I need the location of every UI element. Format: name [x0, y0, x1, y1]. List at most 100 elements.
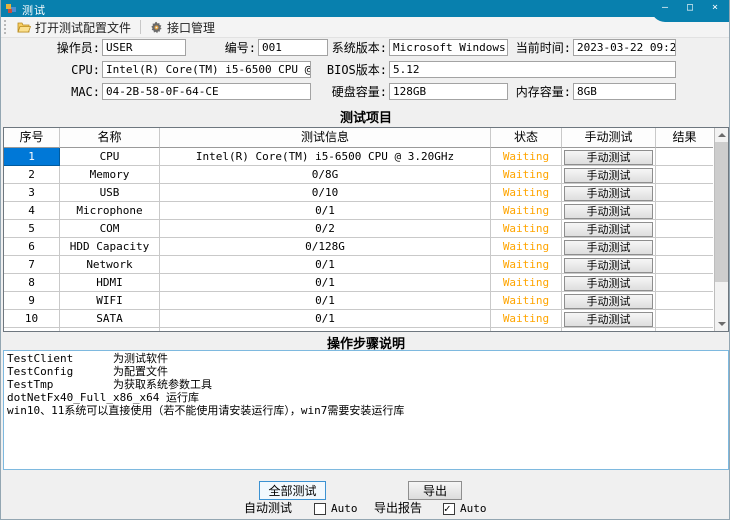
- row-info: 0/10: [160, 184, 491, 202]
- export-report-checkbox[interactable]: [443, 503, 455, 515]
- row-no: 2: [4, 166, 60, 184]
- col-header-status: 状态: [491, 128, 562, 148]
- row-name: Network: [60, 256, 160, 274]
- cpu-input[interactable]: Intel(R) Core(TM) i5-6500 CPU @ 3.20GHz: [102, 61, 311, 78]
- cpu-label: CPU:: [41, 63, 100, 78]
- current-time-label: 当前时间:: [511, 41, 571, 56]
- col-header-info: 测试信息: [160, 128, 491, 148]
- row-no: 8: [4, 274, 60, 292]
- table-row[interactable]: 7 Network 0/1 Waiting 手动测试: [4, 256, 713, 274]
- table-body: 1 CPU Intel(R) Core(TM) i5-6500 CPU @ 3.…: [4, 148, 728, 328]
- row-manual-cell: 手动测试: [562, 184, 656, 202]
- app-icon: [5, 2, 18, 15]
- row-manual-cell: 手动测试: [562, 274, 656, 292]
- auto-test-checkbox[interactable]: [314, 503, 326, 515]
- row-result: [656, 220, 713, 238]
- manual-test-button[interactable]: 手动测试: [564, 294, 653, 309]
- manual-test-button[interactable]: 手动测试: [564, 168, 653, 183]
- row-status: Waiting: [491, 310, 562, 328]
- manual-test-button[interactable]: 手动测试: [564, 150, 653, 165]
- manual-test-button[interactable]: 手动测试: [564, 276, 653, 291]
- row-manual-cell: 手动测试: [562, 256, 656, 274]
- close-icon[interactable]: ×: [709, 2, 721, 14]
- row-status: Waiting: [491, 256, 562, 274]
- open-config-button[interactable]: 打开测试配置文件: [11, 18, 137, 37]
- export-button[interactable]: 导出: [408, 481, 462, 500]
- toolbar-separator: [140, 20, 141, 34]
- steps-textarea[interactable]: TestClient 为测试软件TestConfig 为配置文件TestTmp …: [3, 350, 729, 470]
- manual-test-button[interactable]: 手动测试: [564, 240, 653, 255]
- table-row[interactable]: 4 Microphone 0/1 Waiting 手动测试: [4, 202, 713, 220]
- hdd-input[interactable]: 128GB: [389, 83, 508, 100]
- col-header-result: 结果: [656, 128, 713, 148]
- row-no: 10: [4, 310, 60, 328]
- table-row[interactable]: 10 SATA 0/1 Waiting 手动测试: [4, 310, 713, 328]
- steps-lines: TestClient 为测试软件TestConfig 为配置文件TestTmp …: [7, 352, 725, 417]
- row-no: 6: [4, 238, 60, 256]
- auto-test-checkbox-label: Auto: [331, 501, 358, 516]
- manual-test-button[interactable]: 手动测试: [564, 204, 653, 219]
- bios-input[interactable]: 5.12: [389, 61, 676, 78]
- maximize-icon[interactable]: □: [684, 2, 696, 14]
- minimize-icon[interactable]: –: [659, 2, 671, 14]
- row-name: USB: [60, 184, 160, 202]
- row-no: 5: [4, 220, 60, 238]
- row-status: Waiting: [491, 202, 562, 220]
- scroll-up-icon[interactable]: [715, 128, 728, 142]
- step-line: dotNetFx40_Full_x86_x64 运行库: [7, 391, 725, 404]
- export-report-label: 导出报告: [374, 501, 422, 516]
- current-time-input[interactable]: 2023-03-22 09:20:26: [573, 39, 676, 56]
- test-all-button[interactable]: 全部测试: [259, 481, 326, 500]
- system-version-input[interactable]: Microsoft Windows 10 专: [389, 39, 508, 56]
- memory-input[interactable]: 8GB: [573, 83, 676, 100]
- row-name: COM: [60, 220, 160, 238]
- table-row[interactable]: 5 COM 0/2 Waiting 手动测试: [4, 220, 713, 238]
- manual-test-button[interactable]: 手动测试: [564, 186, 653, 201]
- scrollbar-thumb[interactable]: [715, 142, 728, 282]
- row-result: [656, 310, 713, 328]
- vertical-scrollbar[interactable]: [714, 128, 728, 331]
- table-header-row: 序号 名称 测试信息 状态 手动测试 结果: [4, 128, 713, 148]
- row-manual-cell: 手动测试: [562, 166, 656, 184]
- table-row[interactable]: 9 WIFI 0/1 Waiting 手动测试: [4, 292, 713, 310]
- row-info: 0/1: [160, 274, 491, 292]
- step-line: TestTmp 为获取系统参数工具: [7, 378, 725, 391]
- operator-label: 操作员:: [41, 41, 100, 56]
- manual-test-button[interactable]: 手动测试: [564, 222, 653, 237]
- row-status: Waiting: [491, 220, 562, 238]
- export-report-checkbox-label: Auto: [460, 501, 487, 516]
- gear-icon: [150, 21, 163, 34]
- system-version-label: 系统版本:: [324, 41, 387, 56]
- row-name: Memory: [60, 166, 160, 184]
- window-title: 测试: [22, 2, 46, 18]
- row-status: Waiting: [491, 292, 562, 310]
- row-no: 9: [4, 292, 60, 310]
- table-row[interactable]: 2 Memory 0/8G Waiting 手动测试: [4, 166, 713, 184]
- table-row[interactable]: 1 CPU Intel(R) Core(TM) i5-6500 CPU @ 3.…: [4, 148, 713, 166]
- toolbar: 打开测试配置文件 接口管理: [1, 17, 730, 38]
- open-config-label: 打开测试配置文件: [35, 19, 131, 36]
- table-row[interactable]: 3 USB 0/10 Waiting 手动测试: [4, 184, 713, 202]
- scroll-down-icon[interactable]: [715, 317, 728, 331]
- bios-label: BIOS版本:: [324, 63, 387, 78]
- manual-test-button[interactable]: 手动测试: [564, 312, 653, 327]
- row-result: [656, 238, 713, 256]
- row-info: 0/1: [160, 202, 491, 220]
- hdd-label: 硬盘容量:: [324, 85, 387, 100]
- interface-mgmt-button[interactable]: 接口管理: [144, 18, 221, 37]
- row-no: 7: [4, 256, 60, 274]
- step-line: TestConfig 为配置文件: [7, 365, 725, 378]
- row-no: 1: [4, 148, 60, 166]
- mac-input[interactable]: 04-2B-58-0F-64-CE: [102, 83, 311, 100]
- row-info: 0/128G: [160, 238, 491, 256]
- row-info: 0/1: [160, 310, 491, 328]
- table-row[interactable]: 6 HDD Capacity 0/128G Waiting 手动测试: [4, 238, 713, 256]
- table-row[interactable]: 8 HDMI 0/1 Waiting 手动测试: [4, 274, 713, 292]
- row-name: HDD Capacity: [60, 238, 160, 256]
- row-result: [656, 148, 713, 166]
- row-result: [656, 184, 713, 202]
- operator-input[interactable]: USER: [102, 39, 186, 56]
- manual-test-button[interactable]: 手动测试: [564, 258, 653, 273]
- row-info: Intel(R) Core(TM) i5-6500 CPU @ 3.20GHz: [160, 148, 491, 166]
- number-input[interactable]: 001: [258, 39, 328, 56]
